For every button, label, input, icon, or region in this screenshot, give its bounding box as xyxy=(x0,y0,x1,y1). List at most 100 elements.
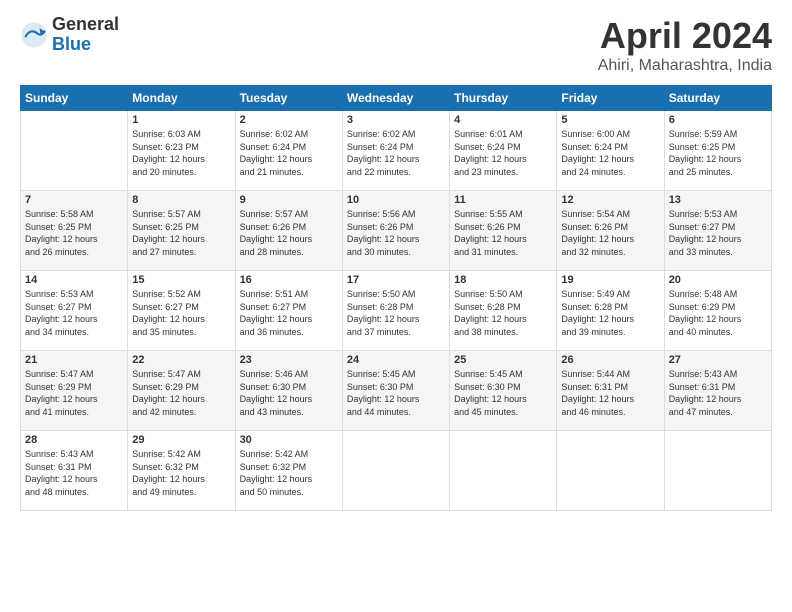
day-number: 3 xyxy=(347,114,445,126)
calendar-header: SundayMondayTuesdayWednesdayThursdayFrid… xyxy=(21,86,772,111)
day-info: Sunrise: 5:49 AMSunset: 6:28 PMDaylight:… xyxy=(561,288,659,338)
calendar-cell: 2Sunrise: 6:02 AMSunset: 6:24 PMDaylight… xyxy=(235,111,342,191)
day-of-week-header: Saturday xyxy=(664,86,771,111)
day-info: Sunrise: 6:00 AMSunset: 6:24 PMDaylight:… xyxy=(561,128,659,178)
calendar-cell: 27 Sunrise: 5:43 AMSunset: 6:31 PMDayligh… xyxy=(664,351,771,431)
day-info: Sunrise: 5:54 AMSunset: 6:26 PMDaylight:… xyxy=(561,208,659,258)
calendar-cell xyxy=(342,431,449,511)
day-number: 15 xyxy=(132,274,230,286)
calendar-table: SundayMondayTuesdayWednesdayThursdayFrid… xyxy=(20,85,772,511)
calendar-cell xyxy=(450,431,557,511)
day-number: 6 xyxy=(669,114,767,126)
day-number: 26 xyxy=(561,354,659,366)
day-number: 23 xyxy=(240,354,338,366)
calendar-cell: 29 Sunrise: 5:42 AMSunset: 6:32 PMDayligh… xyxy=(128,431,235,511)
day-info: Sunrise: 5:45 AMSunset: 6:30 PMDaylight:… xyxy=(347,368,445,418)
page: General Blue April 2024 Ahiri, Maharasht… xyxy=(0,0,792,612)
day-info: Sunrise: 5:46 AMSunset: 6:30 PMDaylight:… xyxy=(240,368,338,418)
day-info: Sunrise: 5:56 AMSunset: 6:26 PMDaylight:… xyxy=(347,208,445,258)
month-year-title: April 2024 xyxy=(598,15,772,57)
calendar-cell: 10 Sunrise: 5:56 AMSunset: 6:26 PMDayligh… xyxy=(342,191,449,271)
logo-icon xyxy=(20,21,48,49)
day-number: 9 xyxy=(240,194,338,206)
calendar-week-row: 7 Sunrise: 5:58 AMSunset: 6:25 PMDaylight… xyxy=(21,191,772,271)
day-info: Sunrise: 5:51 AMSunset: 6:27 PMDaylight:… xyxy=(240,288,338,338)
calendar-cell: 22Sunrise: 5:47 AMSunset: 6:29 PMDayligh… xyxy=(128,351,235,431)
day-info: Sunrise: 5:48 AMSunset: 6:29 PMDaylight:… xyxy=(669,288,767,338)
calendar-cell: 1 Sunrise: 6:03 AMSunset: 6:23 PMDaylight… xyxy=(128,111,235,191)
day-info: Sunrise: 5:58 AMSunset: 6:25 PMDaylight:… xyxy=(25,208,123,258)
day-number: 21 xyxy=(25,354,123,366)
day-number: 18 xyxy=(454,274,552,286)
day-info: Sunrise: 5:57 AMSunset: 6:25 PMDaylight:… xyxy=(132,208,230,258)
day-number: 29 xyxy=(132,434,230,446)
day-number: 25 xyxy=(454,354,552,366)
logo-blue-text: Blue xyxy=(52,35,119,55)
header: General Blue April 2024 Ahiri, Maharasht… xyxy=(20,15,772,75)
day-number: 1 xyxy=(132,114,230,126)
day-number: 17 xyxy=(347,274,445,286)
day-number: 28 xyxy=(25,434,123,446)
day-number: 7 xyxy=(25,194,123,206)
calendar-week-row: 1 Sunrise: 6:03 AMSunset: 6:23 PMDaylight… xyxy=(21,111,772,191)
calendar-cell: 16 Sunrise: 5:51 AMSunset: 6:27 PMDayligh… xyxy=(235,271,342,351)
calendar-cell: 15 Sunrise: 5:52 AMSunset: 6:27 PMDayligh… xyxy=(128,271,235,351)
day-number: 12 xyxy=(561,194,659,206)
day-info: Sunrise: 6:02 AMSunset: 6:24 PMDaylight:… xyxy=(240,128,338,178)
day-info: Sunrise: 5:52 AMSunset: 6:27 PMDaylight:… xyxy=(132,288,230,338)
day-info: Sunrise: 6:03 AMSunset: 6:23 PMDaylight:… xyxy=(132,128,230,178)
calendar-week-row: 14 Sunrise: 5:53 AMSunset: 6:27 PMDayligh… xyxy=(21,271,772,351)
day-number: 16 xyxy=(240,274,338,286)
calendar-cell: 8 Sunrise: 5:57 AMSunset: 6:25 PMDaylight… xyxy=(128,191,235,271)
title-section: April 2024 Ahiri, Maharashtra, India xyxy=(598,15,772,75)
day-number: 13 xyxy=(669,194,767,206)
day-of-week-header: Sunday xyxy=(21,86,128,111)
day-info: Sunrise: 5:47 AMSunset: 6:29 PMDaylight:… xyxy=(25,368,123,418)
day-of-week-header: Tuesday xyxy=(235,86,342,111)
day-info: Sunrise: 5:53 AMSunset: 6:27 PMDaylight:… xyxy=(25,288,123,338)
calendar-cell: 14 Sunrise: 5:53 AMSunset: 6:27 PMDayligh… xyxy=(21,271,128,351)
day-of-week-header: Wednesday xyxy=(342,86,449,111)
day-of-week-header: Friday xyxy=(557,86,664,111)
day-info: Sunrise: 5:43 AMSunset: 6:31 PMDaylight:… xyxy=(669,368,767,418)
day-info: Sunrise: 5:50 AMSunset: 6:28 PMDaylight:… xyxy=(454,288,552,338)
logo-text: General Blue xyxy=(52,15,119,55)
location-text: Ahiri, Maharashtra, India xyxy=(598,57,772,75)
logo-general-text: General xyxy=(52,15,119,35)
calendar-cell: 11 Sunrise: 5:55 AMSunset: 6:26 PMDayligh… xyxy=(450,191,557,271)
calendar-cell: 3Sunrise: 6:02 AMSunset: 6:24 PMDaylight… xyxy=(342,111,449,191)
day-number: 24 xyxy=(347,354,445,366)
calendar-cell: 30Sunrise: 5:42 AMSunset: 6:32 PMDayligh… xyxy=(235,431,342,511)
calendar-cell: 25Sunrise: 5:45 AMSunset: 6:30 PMDayligh… xyxy=(450,351,557,431)
calendar-cell xyxy=(664,431,771,511)
calendar-cell: 28Sunrise: 5:43 AMSunset: 6:31 PMDayligh… xyxy=(21,431,128,511)
day-number: 4 xyxy=(454,114,552,126)
day-info: Sunrise: 5:55 AMSunset: 6:26 PMDaylight:… xyxy=(454,208,552,258)
calendar-cell: 19Sunrise: 5:49 AMSunset: 6:28 PMDayligh… xyxy=(557,271,664,351)
day-number: 8 xyxy=(132,194,230,206)
day-number: 11 xyxy=(454,194,552,206)
day-number: 10 xyxy=(347,194,445,206)
calendar-cell xyxy=(21,111,128,191)
calendar-week-row: 28Sunrise: 5:43 AMSunset: 6:31 PMDayligh… xyxy=(21,431,772,511)
day-number: 14 xyxy=(25,274,123,286)
calendar-week-row: 21 Sunrise: 5:47 AMSunset: 6:29 PMDayligh… xyxy=(21,351,772,431)
day-number: 27 xyxy=(669,354,767,366)
day-number: 5 xyxy=(561,114,659,126)
calendar-cell: 6 Sunrise: 5:59 AMSunset: 6:25 PMDaylight… xyxy=(664,111,771,191)
day-info: Sunrise: 6:01 AMSunset: 6:24 PMDaylight:… xyxy=(454,128,552,178)
calendar-cell: 9 Sunrise: 5:57 AMSunset: 6:26 PMDaylight… xyxy=(235,191,342,271)
day-info: Sunrise: 5:47 AMSunset: 6:29 PMDaylight:… xyxy=(132,368,230,418)
day-info: Sunrise: 5:57 AMSunset: 6:26 PMDaylight:… xyxy=(240,208,338,258)
day-number: 20 xyxy=(669,274,767,286)
calendar-body: 1 Sunrise: 6:03 AMSunset: 6:23 PMDaylight… xyxy=(21,111,772,511)
day-info: Sunrise: 5:42 AMSunset: 6:32 PMDaylight:… xyxy=(240,448,338,498)
day-info: Sunrise: 5:50 AMSunset: 6:28 PMDaylight:… xyxy=(347,288,445,338)
header-row: SundayMondayTuesdayWednesdayThursdayFrid… xyxy=(21,86,772,111)
calendar-cell: 23 Sunrise: 5:46 AMSunset: 6:30 PMDayligh… xyxy=(235,351,342,431)
calendar-cell: 24 Sunrise: 5:45 AMSunset: 6:30 PMDayligh… xyxy=(342,351,449,431)
day-info: Sunrise: 5:59 AMSunset: 6:25 PMDaylight:… xyxy=(669,128,767,178)
day-info: Sunrise: 5:42 AMSunset: 6:32 PMDaylight:… xyxy=(132,448,230,498)
calendar-cell: 5 Sunrise: 6:00 AMSunset: 6:24 PMDaylight… xyxy=(557,111,664,191)
calendar-cell xyxy=(557,431,664,511)
